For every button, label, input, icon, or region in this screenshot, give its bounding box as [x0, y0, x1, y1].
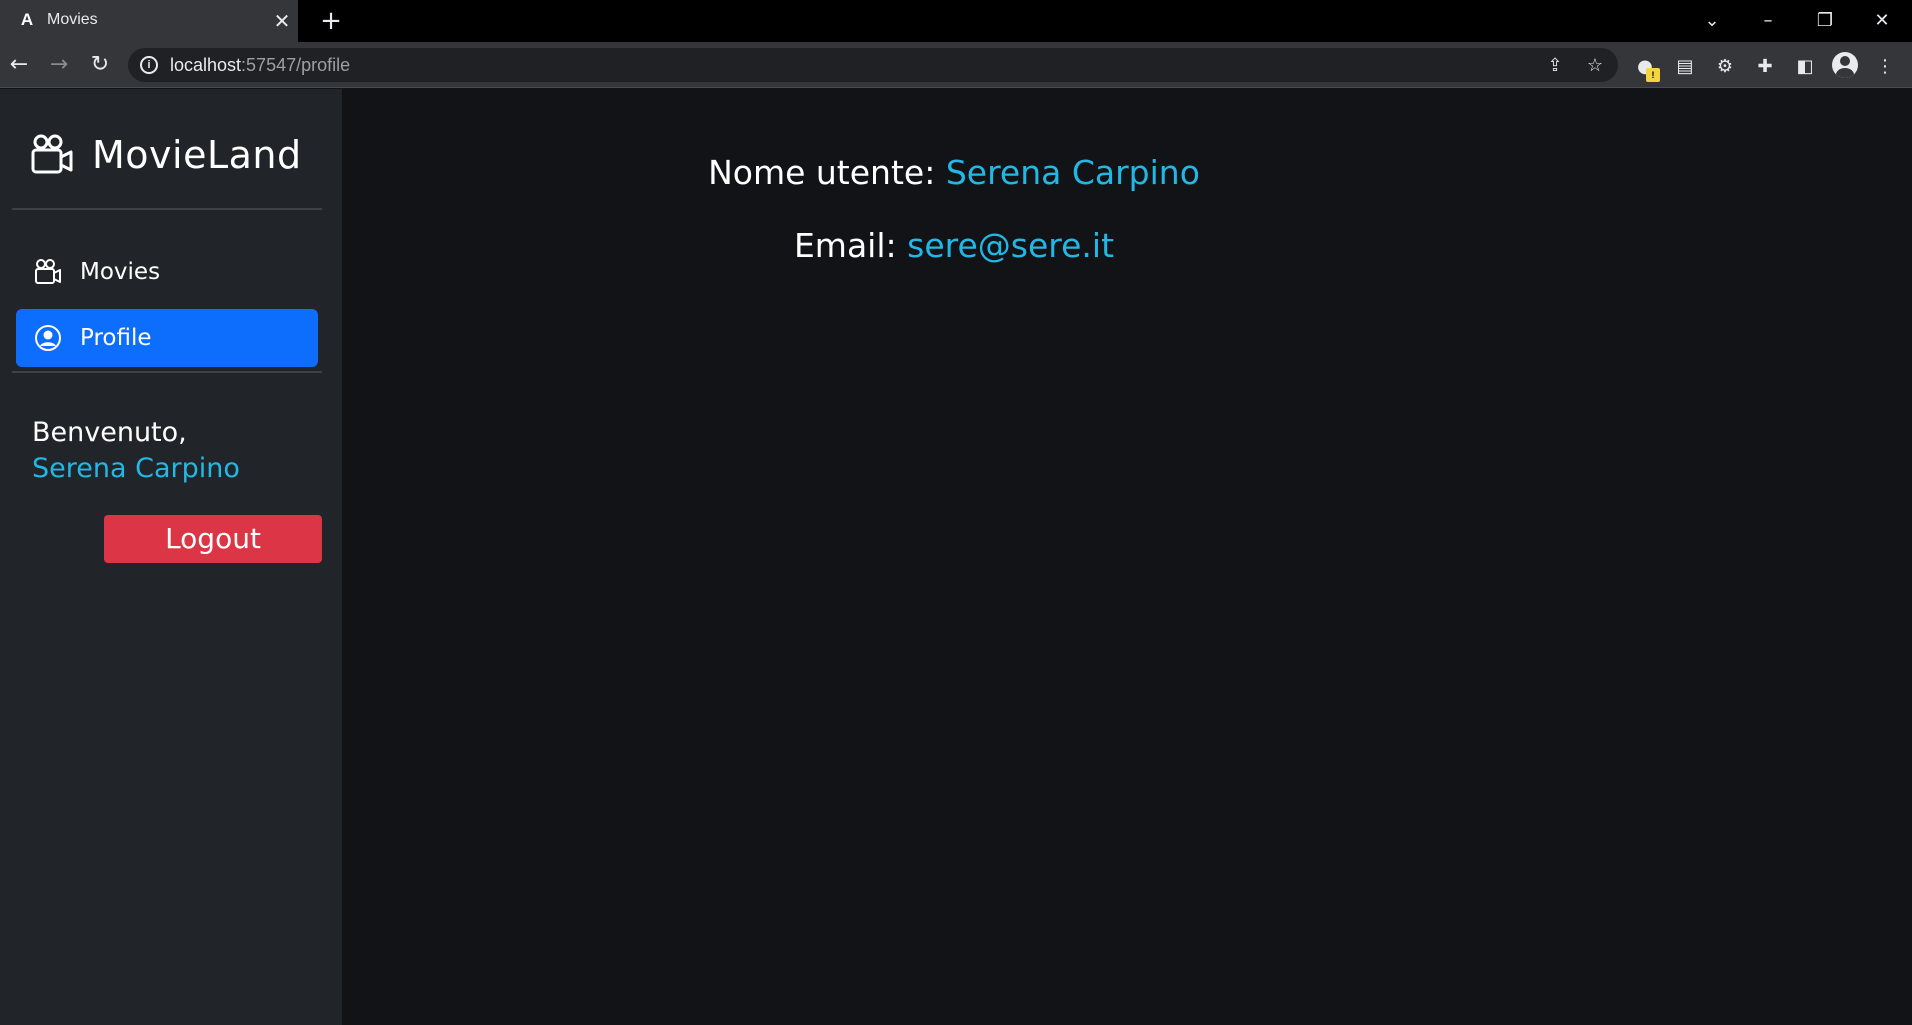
divider	[12, 208, 322, 210]
browser-toolbar: ← → ↻ i localhost:57547/profile ⇪ ☆ ● ▤ …	[0, 42, 1912, 88]
forward-icon[interactable]: →	[43, 49, 75, 81]
email-label: Email:	[793, 226, 897, 265]
extension-icon[interactable]: ▤	[1672, 54, 1698, 80]
share-icon[interactable]: ⇪	[1542, 53, 1568, 79]
url-text: localhost:57547/profile	[170, 55, 351, 75]
close-window-button[interactable]: ✕	[1862, 6, 1902, 36]
welcome-message: Benvenuto, Serena Carpino	[32, 415, 240, 487]
puzzle-icon[interactable]: ✚	[1752, 54, 1778, 80]
gear-icon[interactable]: ⚙	[1712, 54, 1738, 80]
new-tab-button[interactable]: +	[316, 6, 346, 36]
browser-tab[interactable]: A Movies ✕	[0, 0, 298, 42]
video-camera-icon	[35, 259, 61, 284]
video-camera-icon	[31, 134, 73, 174]
profile-icon[interactable]	[1832, 52, 1858, 78]
sidepanel-icon[interactable]: ◧	[1792, 54, 1818, 80]
email-row: Email: sere@sere.it	[342, 226, 1566, 265]
nav-item-movies[interactable]: Movies	[16, 243, 318, 301]
tab-title: Movies	[47, 11, 98, 28]
nav-item-profile[interactable]: Profile	[16, 309, 318, 367]
angular-favicon-icon: A	[20, 10, 34, 29]
brand-name: MovieLand	[92, 133, 302, 177]
menu-icon[interactable]: ⋮	[1872, 54, 1898, 80]
welcome-username: Serena Carpino	[32, 453, 240, 484]
divider	[12, 371, 322, 373]
logout-button[interactable]: Logout	[104, 515, 322, 563]
user-circle-icon	[35, 325, 61, 351]
minimize-button[interactable]: –	[1748, 6, 1788, 36]
tab-search-icon[interactable]: ⌄	[1692, 6, 1732, 36]
nav-label-profile: Profile	[80, 325, 152, 351]
restore-button[interactable]: ❐	[1805, 6, 1845, 36]
extension-badge: !	[1646, 68, 1660, 82]
browser-tabstrip: A Movies ✕ + ⌄ – ❐ ✕	[0, 0, 1912, 42]
username-row: Nome utente: Serena Carpino	[342, 153, 1566, 192]
email-value: sere@sere.it	[907, 226, 1115, 265]
sidebar: MovieLand Movies Profile Benvenuto, Sere…	[0, 89, 342, 1025]
welcome-label: Benvenuto,	[32, 417, 187, 448]
main-content: Nome utente: Serena Carpino Email: sere@…	[342, 89, 1912, 1025]
brand[interactable]: MovieLand	[30, 133, 302, 177]
info-icon[interactable]: i	[140, 56, 158, 74]
star-icon[interactable]: ☆	[1582, 53, 1608, 79]
username-label: Nome utente:	[708, 153, 936, 192]
nav-label-movies: Movies	[80, 259, 161, 285]
reload-icon[interactable]: ↻	[84, 49, 116, 81]
username-value: Serena Carpino	[945, 153, 1200, 192]
close-tab-icon[interactable]: ✕	[270, 9, 294, 33]
back-icon[interactable]: ←	[3, 49, 35, 81]
address-bar[interactable]: i localhost:57547/profile ⇪ ☆	[128, 48, 1618, 82]
